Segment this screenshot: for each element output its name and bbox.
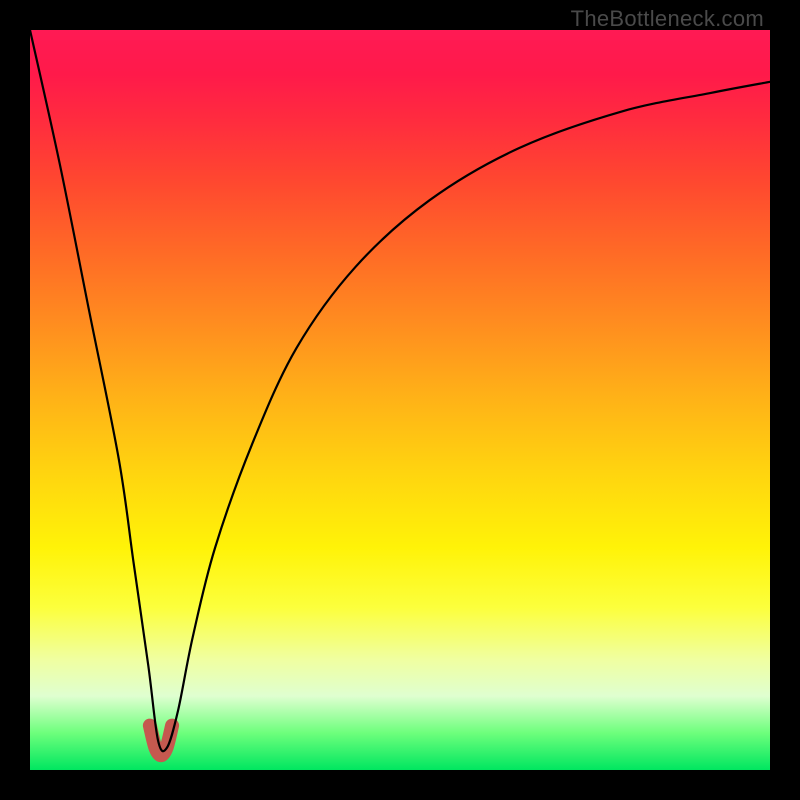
- chart-frame: [30, 30, 770, 770]
- bottleneck-curve: [30, 30, 770, 751]
- chart-svg: [30, 30, 770, 770]
- watermark-text: TheBottleneck.com: [571, 6, 764, 32]
